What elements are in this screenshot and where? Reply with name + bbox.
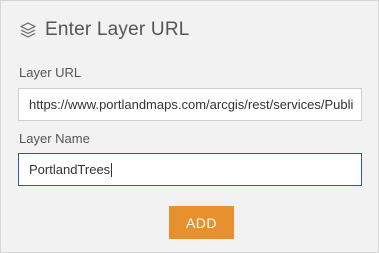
layer-name-value: PortlandTrees — [29, 162, 111, 177]
add-button[interactable]: ADD — [169, 206, 234, 239]
panel-header: Enter Layer URL — [19, 19, 190, 41]
panel-title: Enter Layer URL — [45, 19, 190, 40]
layer-url-input[interactable]: https://www.portlandmaps.com/arcgis/rest… — [18, 88, 362, 121]
layer-name-label: Layer Name — [19, 131, 90, 146]
layer-url-label: Layer URL — [19, 65, 82, 80]
text-cursor — [111, 162, 113, 177]
layer-name-input[interactable]: PortlandTrees — [18, 153, 362, 186]
add-layer-panel: Enter Layer URL Layer URL https://www.po… — [0, 0, 379, 253]
layer-url-value: https://www.portlandmaps.com/arcgis/rest… — [29, 97, 354, 112]
layers-icon — [19, 21, 37, 39]
